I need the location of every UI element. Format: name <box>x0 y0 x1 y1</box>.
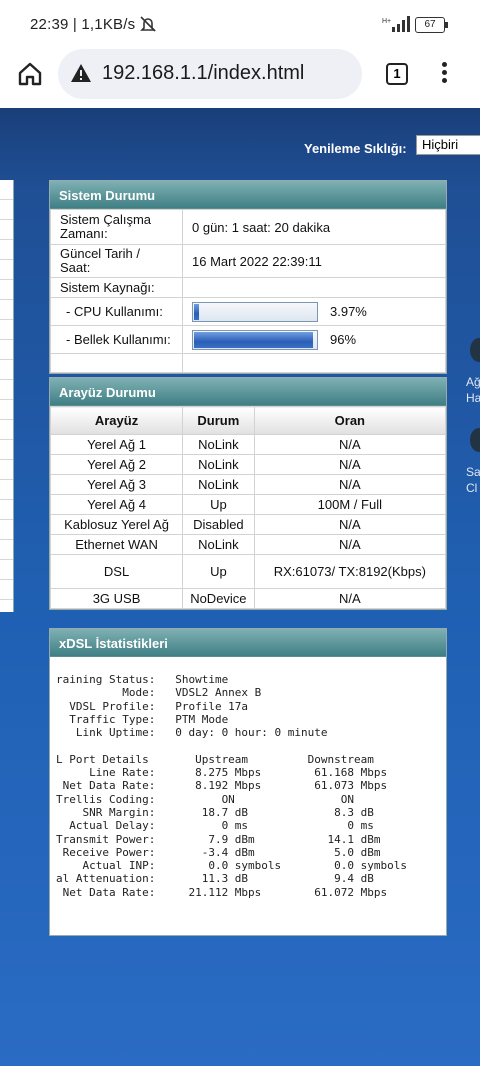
table-cell: Yerel Ağ 1 <box>49 434 184 455</box>
table-cell: NoLink <box>182 434 255 455</box>
table-cell: NoLink <box>182 454 255 475</box>
uptime-value: 0 gün: 1 saat: 20 dakika <box>182 209 446 245</box>
refresh-label: Yenileme Sıklığı: <box>304 141 407 156</box>
interface-table: Arayüz Durum Oran Yerel Ağ 1 NoLink N/A Yerel… <box>49 406 447 609</box>
interface-status-title: Arayüz Durumu <box>50 378 446 406</box>
mem-bar-fill <box>194 331 314 348</box>
cpu-label: - CPU Kullanımı: <box>50 297 183 326</box>
table-row: Yerel Ağ 2 NoLink N/A <box>49 454 447 475</box>
mem-value: 96% <box>330 331 357 347</box>
table-cell: NoDevice <box>182 588 255 609</box>
table-cell: NoLink <box>182 534 255 555</box>
side-widget-icon[interactable] <box>470 338 480 362</box>
cpu-bar-fill <box>194 303 199 320</box>
table-cell: NoLink <box>182 474 255 495</box>
table-row: Yerel Ağ 3 NoLink N/A <box>49 474 447 495</box>
cpu-value: 3.97% <box>330 303 367 319</box>
xdsl-stats-panel: xDSL İstatistikleri raining Status: Show… <box>49 628 447 936</box>
status-bar: 22:39 | 1,1KB/s H+ 67 <box>0 0 480 46</box>
cpu-usage-bar <box>192 301 318 322</box>
home-icon[interactable] <box>16 60 44 88</box>
table-cell: DSL <box>49 554 184 589</box>
side-text-2: Sa Cl <box>466 465 480 495</box>
table-row: 3G USB NoDevice N/A <box>49 588 447 609</box>
refresh-select[interactable]: Hiçbiri <box>416 135 480 155</box>
system-status-panel: Sistem Durumu Sistem Çalışma Zamanı: 0 gü… <box>49 180 447 374</box>
address-bar[interactable]: 192.168.1.1/index.html <box>58 49 362 99</box>
table-cell: N/A <box>253 434 447 455</box>
table-row: Yerel Ağ 4 Up 100M / Full <box>49 494 447 515</box>
left-menu-strip[interactable] <box>0 180 14 612</box>
system-status-title: Sistem Durumu <box>50 181 446 209</box>
table-cell: N/A <box>253 474 447 495</box>
interface-status-panel: Arayüz Durumu Arayüz Durum Oran Yerel Ağ 1… <box>49 377 447 610</box>
side-text-1: Ağ Ha <box>466 375 480 405</box>
status-time: 22:39 | 1,1KB/s <box>30 16 136 33</box>
svg-text:H+: H+ <box>382 18 391 25</box>
table-cell: Yerel Ağ 3 <box>49 474 184 495</box>
table-cell: N/A <box>253 514 447 535</box>
datetime-value: 16 Mart 2022 22:39:11 <box>182 244 446 278</box>
table-cell: N/A <box>253 588 447 609</box>
column-header: Durum <box>182 406 255 435</box>
table-cell: Up <box>182 554 255 589</box>
table-cell: Ethernet WAN <box>49 534 184 555</box>
warning-icon[interactable] <box>70 63 92 83</box>
table-row: Kablosuz Yerel Ağ Disabled N/A <box>49 514 447 535</box>
table-cell: N/A <box>253 454 447 475</box>
table-cell: N/A <box>253 534 447 555</box>
table-row: Ethernet WAN NoLink N/A <box>49 534 447 555</box>
side-widget-icon[interactable] <box>470 428 480 452</box>
memory-usage-bar <box>192 329 318 350</box>
mute-icon <box>140 16 156 32</box>
signal-icon: H+ <box>382 16 410 32</box>
mem-label: - Bellek Kullanımı: <box>50 325 183 354</box>
table-row: Yerel Ağ 1 NoLink N/A <box>49 434 447 455</box>
xdsl-stats-title: xDSL İstatistikleri <box>50 629 446 657</box>
datetime-label: Güncel Tarih / Saat: <box>50 244 183 278</box>
table-cell: Up <box>182 494 255 515</box>
table-cell: Kablosuz Yerel Ağ <box>49 514 184 535</box>
tabs-button[interactable]: 1 <box>386 63 408 85</box>
table-row: DSL Up RX:61073/ TX:8192(Kbps) <box>49 554 447 589</box>
table-cell: RX:61073/ TX:8192(Kbps) <box>253 554 447 589</box>
router-page: Yenileme Sıklığı: Hiçbiri Ağ Ha Sa Cl Sist… <box>0 108 480 1066</box>
system-status-table: Sistem Çalışma Zamanı: 0 gün: 1 saat: 20 … <box>50 209 446 373</box>
table-cell: Yerel Ağ 4 <box>49 494 184 515</box>
table-cell: Disabled <box>182 514 255 535</box>
xdsl-stats-text: raining Status: Showtime Mode: VDSL2 Ann… <box>56 673 407 899</box>
column-header: Oran <box>253 406 447 435</box>
resource-label: Sistem Kaynağı: <box>50 277 183 298</box>
browser-toolbar: 192.168.1.1/index.html 1 <box>0 46 480 108</box>
url-text: 192.168.1.1/index.html <box>102 62 305 84</box>
column-header: Arayüz <box>49 406 184 435</box>
more-menu-icon[interactable] <box>440 62 448 86</box>
table-cell: 100M / Full <box>253 494 447 515</box>
table-cell: 3G USB <box>49 588 184 609</box>
battery-icon: 67 <box>415 17 448 33</box>
uptime-label: Sistem Çalışma Zamanı: <box>50 209 183 245</box>
table-cell: Yerel Ağ 2 <box>49 454 184 475</box>
